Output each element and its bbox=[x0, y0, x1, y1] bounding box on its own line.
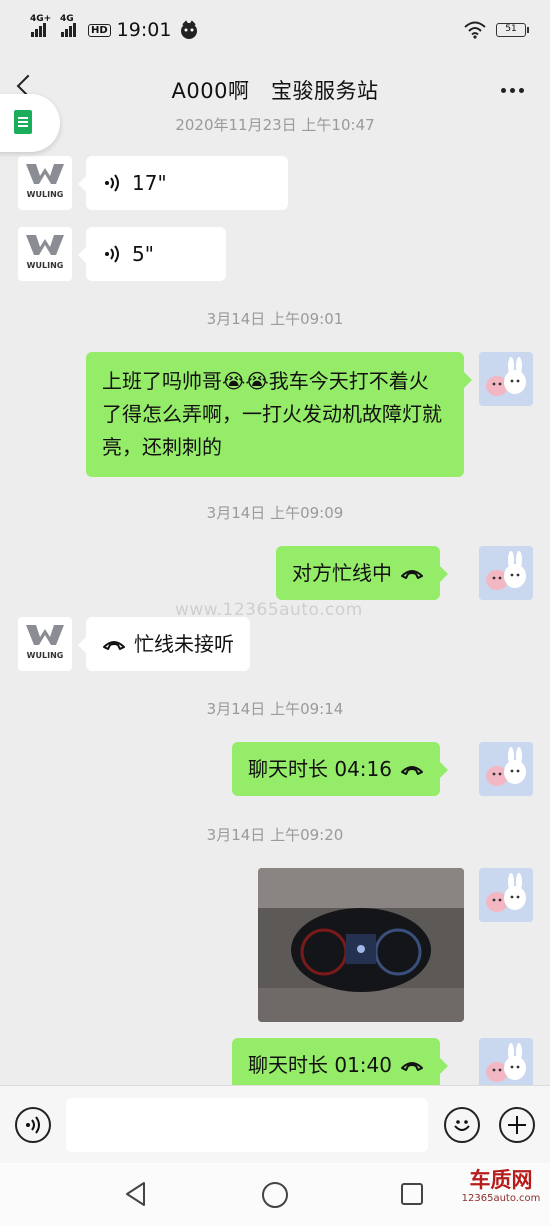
more-actions-button[interactable] bbox=[499, 1107, 535, 1143]
timestamp: 3月14日 上午09:01 bbox=[206, 310, 344, 328]
wuling-logo-text: WULING bbox=[27, 261, 64, 270]
voice-wave-icon bbox=[105, 245, 119, 263]
signal-label: 4G bbox=[60, 14, 74, 24]
status-time: 19:01 bbox=[116, 19, 172, 41]
wuling-logo-text: WULING bbox=[27, 190, 64, 199]
face-icon bbox=[181, 20, 198, 39]
text-message[interactable]: 上班了吗帅哥😭😭我车今天打不着火了得怎么弄啊，一打火发动机故障灯就亮，还刺刺的 bbox=[86, 352, 472, 477]
phone-hangup-icon bbox=[401, 1062, 423, 1071]
watermark: www.12365auto.com bbox=[175, 600, 363, 620]
recents-square-icon[interactable] bbox=[400, 1182, 424, 1206]
message-input[interactable] bbox=[66, 1098, 428, 1152]
wuling-logo-text: WULING bbox=[27, 651, 64, 660]
home-circle-icon[interactable] bbox=[261, 1181, 289, 1209]
avatar-wuling[interactable]: WULING bbox=[18, 617, 72, 671]
avatar-wuling[interactable]: WULING bbox=[18, 156, 72, 210]
site-logo-cn: 车质网 bbox=[469, 1168, 533, 1192]
call-message[interactable]: 忙线未接听 bbox=[78, 617, 250, 671]
voice-wave-icon bbox=[105, 174, 119, 192]
voice-message[interactable]: 5" bbox=[78, 227, 226, 281]
wuling-logo: WULING bbox=[26, 164, 64, 199]
avatar-user[interactable] bbox=[479, 352, 533, 406]
call-message[interactable]: 聊天时长 01:40 bbox=[232, 1038, 448, 1085]
voice-message[interactable]: 17" bbox=[78, 156, 288, 210]
message-list[interactable]: 2020年11月23日 上午10:47 WULING 17" WULING 5"… bbox=[0, 110, 550, 1085]
avatar-user[interactable] bbox=[479, 742, 533, 796]
dashboard-photo bbox=[258, 868, 464, 1022]
signal-icon: 4G+ bbox=[30, 14, 51, 37]
avatar-user[interactable] bbox=[479, 868, 533, 922]
call-status: 忙线未接听 bbox=[134, 631, 234, 656]
input-bar bbox=[0, 1085, 550, 1163]
bunny-avatar-image bbox=[479, 352, 533, 406]
wuling-logo: WULING bbox=[26, 625, 64, 660]
voice-input-button[interactable] bbox=[15, 1107, 51, 1143]
bunny-avatar-image bbox=[479, 742, 533, 796]
voice-duration: 5" bbox=[132, 241, 154, 266]
smiley-icon bbox=[454, 1120, 470, 1131]
wifi-icon bbox=[464, 21, 486, 39]
timestamp: 3月14日 上午09:14 bbox=[206, 700, 344, 718]
plus-icon bbox=[508, 1116, 526, 1134]
hd-voice-icon: HD bbox=[88, 23, 111, 37]
phone-hangup-icon bbox=[401, 766, 423, 775]
bunny-avatar-image bbox=[479, 1038, 533, 1085]
signal-label: 4G+ bbox=[30, 14, 52, 24]
call-duration: 聊天时长 01:40 bbox=[248, 1052, 392, 1077]
image-message[interactable] bbox=[258, 868, 464, 1022]
status-bar: 4G+ 4G HD 19:01 51 bbox=[0, 0, 550, 60]
voice-duration: 17" bbox=[132, 170, 167, 195]
signal-icon: 4G bbox=[60, 14, 76, 37]
emoji-button[interactable] bbox=[444, 1107, 480, 1143]
battery-icon: 51 bbox=[496, 23, 529, 37]
phone-hangup-icon bbox=[103, 641, 125, 650]
avatar-user[interactable] bbox=[479, 1038, 533, 1085]
call-message[interactable]: 对方忙线中 bbox=[276, 546, 448, 600]
document-icon bbox=[14, 110, 32, 134]
call-duration: 聊天时长 04:16 bbox=[248, 756, 392, 781]
timestamp: 2020年11月23日 上午10:47 bbox=[175, 116, 375, 134]
avatar-user[interactable] bbox=[479, 546, 533, 600]
avatar-wuling[interactable]: WULING bbox=[18, 227, 72, 281]
timestamp: 3月14日 上午09:09 bbox=[206, 504, 344, 522]
battery-level: 51 bbox=[505, 24, 517, 34]
bunny-avatar-image bbox=[479, 868, 533, 922]
wuling-logo: WULING bbox=[26, 235, 64, 270]
chat-title: A000啊 宝骏服务站 bbox=[171, 79, 379, 103]
site-logo-en: 12365auto.com bbox=[461, 1193, 541, 1204]
timestamp: 3月14日 上午09:20 bbox=[206, 826, 344, 844]
voice-wave-icon bbox=[26, 1116, 40, 1134]
system-navigation-bar: 车质网 12365auto.com bbox=[0, 1163, 550, 1226]
call-message[interactable]: 聊天时长 04:16 bbox=[232, 742, 448, 796]
bunny-avatar-image bbox=[479, 546, 533, 600]
floating-window-card[interactable] bbox=[0, 94, 60, 152]
site-logo: 车质网 12365auto.com bbox=[458, 1167, 544, 1204]
back-triangle-icon[interactable] bbox=[124, 1181, 148, 1207]
phone-hangup-icon bbox=[401, 570, 423, 579]
call-status: 对方忙线中 bbox=[292, 560, 392, 585]
more-icon[interactable] bbox=[501, 88, 524, 93]
